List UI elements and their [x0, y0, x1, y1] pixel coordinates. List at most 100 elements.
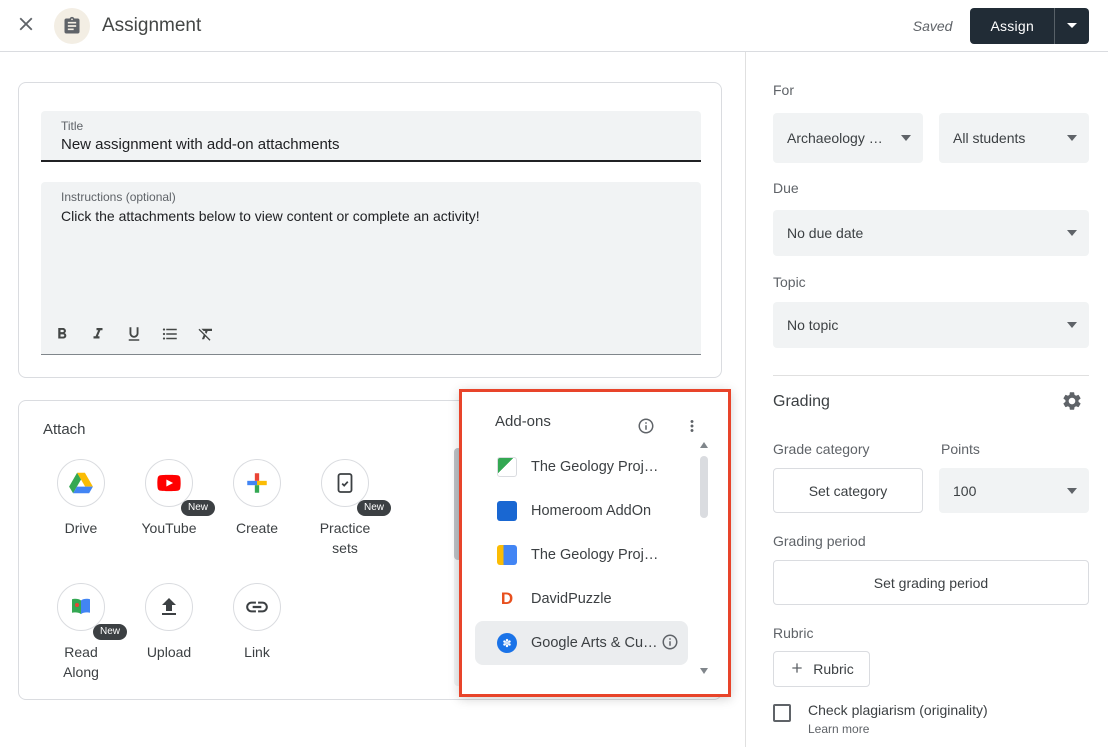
- assign-split-button: Assign: [970, 8, 1089, 44]
- students-select[interactable]: All students: [939, 113, 1089, 163]
- close-button[interactable]: [6, 6, 46, 46]
- instructions-input-label: Instructions (optional): [61, 190, 176, 204]
- attach-upload-button[interactable]: Upload: [125, 583, 213, 662]
- save-status: Saved: [913, 18, 953, 34]
- topic-select[interactable]: No topic: [773, 302, 1089, 348]
- addon-item-name: Google Arts & Cu…: [531, 635, 658, 651]
- addons-scrollbar[interactable]: [699, 442, 709, 674]
- set-category-button[interactable]: Set category: [773, 468, 923, 513]
- create-plus-icon: [233, 459, 281, 507]
- topic-value: No topic: [787, 317, 838, 333]
- upload-icon: [145, 583, 193, 631]
- rubric-label: Rubric: [773, 625, 813, 641]
- plagiarism-checkbox[interactable]: [773, 704, 791, 722]
- drive-icon: [57, 459, 105, 507]
- gear-icon: [1061, 390, 1083, 415]
- set-category-label: Set category: [809, 483, 888, 499]
- grade-category-label: Grade category: [773, 441, 870, 457]
- set-grading-period-label: Set grading period: [874, 575, 988, 591]
- divider: [773, 375, 1089, 376]
- addons-overflow-menu-button[interactable]: [680, 415, 704, 439]
- bulleted-list-icon: [161, 325, 179, 346]
- attach-link-button[interactable]: Link: [213, 583, 301, 662]
- attach-item-label: Upload: [137, 642, 201, 662]
- addon-item-name: The Geology Proj…: [531, 547, 658, 563]
- plagiarism-row: Check plagiarism (originality) Learn mor…: [773, 702, 988, 738]
- addon-item-name: Homeroom AddOn: [531, 503, 651, 519]
- points-label: Points: [941, 441, 980, 457]
- grading-heading: Grading: [773, 393, 830, 411]
- homeroom-addon-icon: [497, 501, 517, 521]
- addon-item-davidpuzzle[interactable]: D DavidPuzzle: [475, 577, 688, 621]
- italic-button[interactable]: [85, 322, 111, 348]
- davidpuzzle-icon: D: [497, 589, 517, 609]
- geology-project-icon: [497, 545, 517, 565]
- assign-button[interactable]: Assign: [970, 8, 1054, 44]
- read-along-icon: New: [57, 583, 105, 631]
- attach-create-button[interactable]: Create: [213, 459, 301, 538]
- page-title: Assignment: [102, 15, 201, 37]
- topic-label: Topic: [773, 274, 806, 290]
- more-vert-icon: [683, 417, 701, 438]
- addon-item-name: The Geology Proj…: [531, 459, 658, 475]
- main-content: Title New assignment with add-on attachm…: [0, 52, 745, 747]
- grading-period-label: Grading period: [773, 533, 866, 549]
- google-arts-culture-icon: ✽: [497, 633, 517, 653]
- scrollbar-thumb[interactable]: [700, 456, 708, 518]
- for-label: For: [773, 82, 794, 98]
- class-select-value: Archaeology …: [787, 130, 883, 146]
- assignment-details-card: Title New assignment with add-on attachm…: [18, 82, 722, 378]
- attach-youtube-button[interactable]: New YouTube: [125, 459, 213, 538]
- plus-icon: [789, 660, 805, 679]
- attach-practice-sets-button[interactable]: New Practice sets: [301, 459, 389, 558]
- underline-icon: [125, 325, 143, 346]
- new-badge: New: [93, 624, 127, 640]
- bulleted-list-button[interactable]: [157, 322, 183, 348]
- close-icon: [15, 13, 37, 38]
- geology-project-icon: [497, 457, 517, 477]
- learn-more-link[interactable]: Learn more: [808, 722, 869, 736]
- addons-popup: Add-ons The Geology Proj… Homeroom AddOn…: [459, 389, 731, 697]
- instructions-input[interactable]: Instructions (optional) Click the attach…: [41, 182, 701, 355]
- points-select[interactable]: 100: [939, 468, 1089, 513]
- title-input-label: Title: [61, 119, 83, 133]
- students-select-value: All students: [953, 130, 1025, 146]
- info-icon: [637, 417, 655, 438]
- instructions-input-value: Click the attachments below to view cont…: [61, 208, 480, 224]
- scroll-up-icon[interactable]: [700, 442, 708, 448]
- underline-button[interactable]: [121, 322, 147, 348]
- clear-formatting-button[interactable]: [193, 322, 219, 348]
- addon-item-name: DavidPuzzle: [531, 591, 612, 607]
- addons-heading: Add-ons: [495, 413, 551, 430]
- scroll-down-icon[interactable]: [700, 668, 708, 674]
- add-rubric-button[interactable]: Rubric: [773, 651, 870, 687]
- assign-options-button[interactable]: [1054, 8, 1089, 44]
- title-input[interactable]: Title New assignment with add-on attachm…: [41, 111, 701, 162]
- attach-heading: Attach: [43, 421, 86, 438]
- attach-drive-button[interactable]: Drive: [37, 459, 125, 538]
- due-date-select[interactable]: No due date: [773, 210, 1089, 256]
- bold-button[interactable]: [49, 322, 75, 348]
- new-badge: New: [181, 500, 215, 516]
- plagiarism-label: Check plagiarism (originality): [808, 702, 988, 718]
- attach-item-label: YouTube: [137, 518, 201, 538]
- title-input-value: New assignment with add-on attachments: [61, 136, 339, 153]
- settings-sidebar: For Archaeology … All students Due No du…: [745, 52, 1108, 747]
- addons-info-button[interactable]: [634, 415, 658, 439]
- set-grading-period-button[interactable]: Set grading period: [773, 560, 1089, 605]
- assignment-type-icon: [54, 8, 90, 44]
- chevron-down-icon: [1067, 230, 1077, 236]
- class-select[interactable]: Archaeology …: [773, 113, 923, 163]
- addon-info-icon[interactable]: [660, 633, 680, 653]
- clear-formatting-icon: [197, 325, 215, 346]
- rubric-button-label: Rubric: [813, 661, 853, 677]
- practice-sets-icon: New: [321, 459, 369, 507]
- addon-item-geology-1[interactable]: The Geology Proj…: [475, 445, 688, 489]
- youtube-icon: New: [145, 459, 193, 507]
- addon-item-google-arts-culture[interactable]: ✽ Google Arts & Cu…: [475, 621, 688, 665]
- due-label: Due: [773, 180, 799, 196]
- addon-item-homeroom[interactable]: Homeroom AddOn: [475, 489, 688, 533]
- addon-item-geology-2[interactable]: The Geology Proj…: [475, 533, 688, 577]
- grading-settings-button[interactable]: [1058, 388, 1086, 416]
- attach-read-along-button[interactable]: New Read Along: [37, 583, 125, 682]
